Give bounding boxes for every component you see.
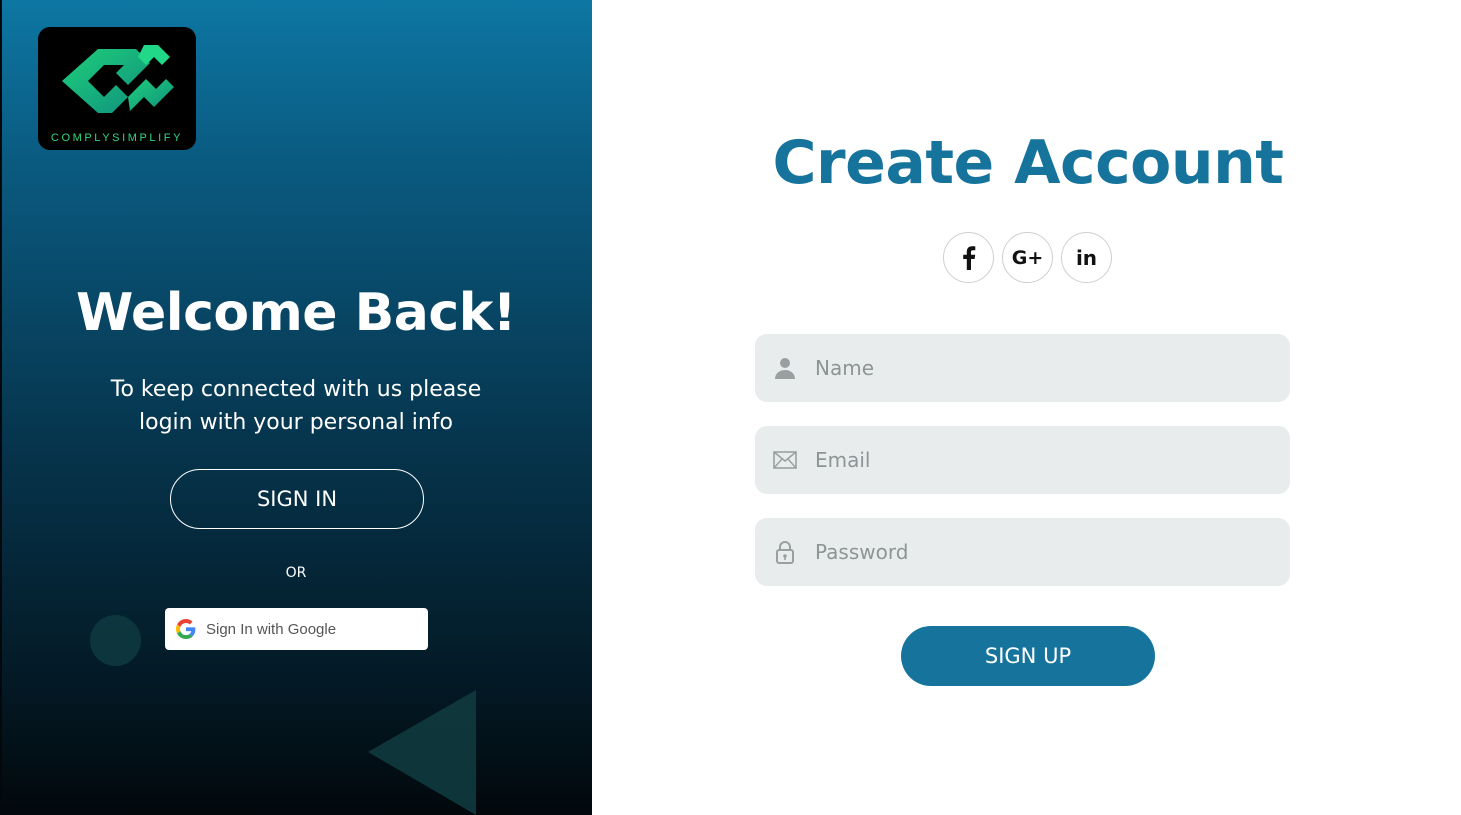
google-sign-in-label: Sign In with Google [206,620,337,638]
page-title: Create Account [772,128,1284,198]
email-input[interactable] [815,426,1275,494]
facebook-icon [962,245,975,270]
signup-panel: Create Account G+ in Name Email SIGN UP [592,0,1461,815]
welcome-title: Welcome Back! [75,283,517,343]
social-login-row: G+ in [943,232,1112,283]
facebook-button[interactable] [943,232,994,283]
user-icon [775,358,795,379]
email-field [755,426,1290,494]
google-sign-in-button[interactable]: Sign In with Google [165,608,428,650]
google-g-icon [176,619,196,639]
lock-icon [776,541,794,564]
welcome-subtitle: To keep connected with us please login w… [110,377,482,435]
linkedin-icon: in [1075,245,1098,270]
name-input[interactable] [815,334,1275,402]
brand-logo: COMPLYSIMPLIFY [38,27,196,150]
google-plus-icon: G+ [1011,246,1044,269]
logo-mark-icon [62,45,174,113]
welcome-panel: COMPLYSIMPLIFY Welcome Back! To keep con… [0,0,592,815]
decorative-circle [90,615,141,666]
or-divider-label: OR [285,565,307,581]
sign-in-button[interactable]: SIGN IN [170,469,424,529]
logo-text: COMPLYSIMPLIFY [50,132,184,144]
decorative-triangle [368,690,476,815]
password-input[interactable] [815,518,1275,586]
linkedin-button[interactable]: in [1061,232,1112,283]
envelope-icon [773,451,797,469]
sign-up-button[interactable]: SIGN UP [901,626,1155,686]
name-field [755,334,1290,402]
password-field [755,518,1290,586]
google-plus-button[interactable]: G+ [1002,232,1053,283]
